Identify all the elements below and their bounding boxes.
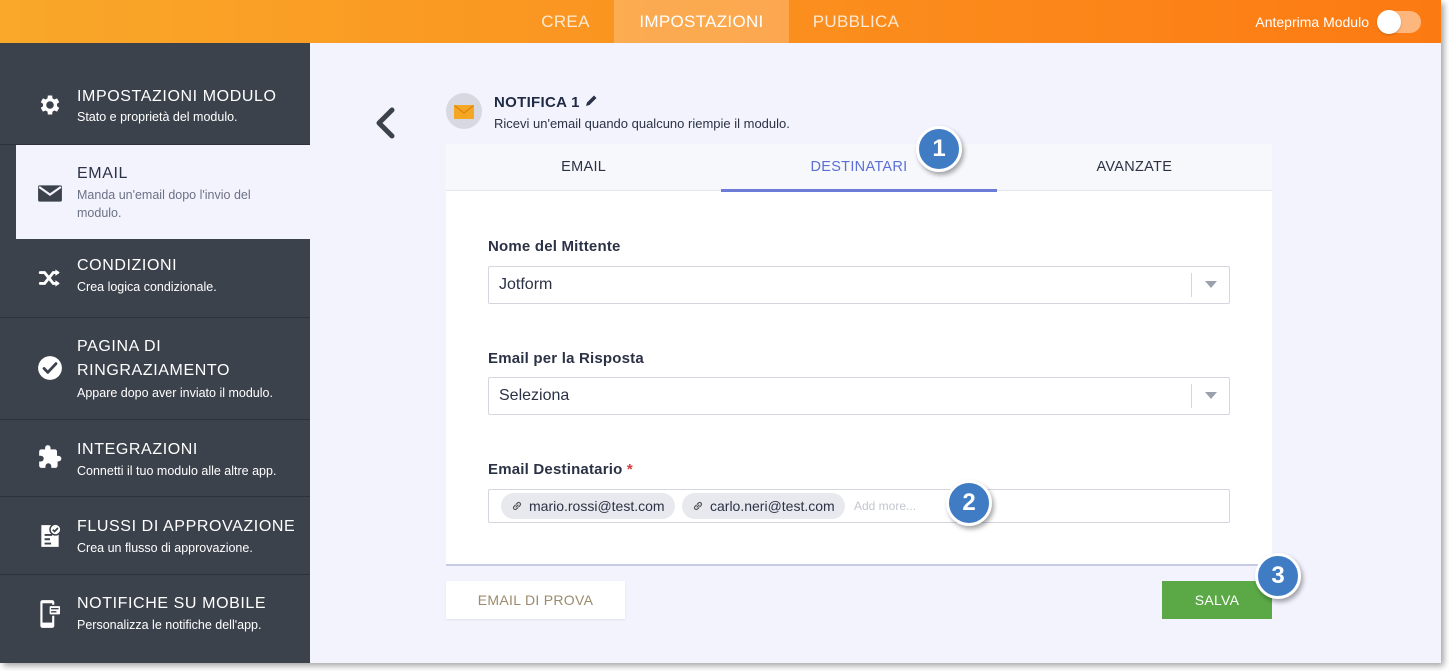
- back-chevron-icon[interactable]: [372, 106, 398, 140]
- puzzle-icon: [39, 445, 62, 468]
- mobile-icon: [40, 600, 62, 628]
- tab-impostazioni[interactable]: IMPOSTAZIONI: [614, 0, 789, 43]
- notification-title: NOTIFICA 1: [494, 94, 580, 111]
- sidebar-item-desc: Connetti il tuo modulo alle altre app.: [77, 464, 277, 478]
- sidebar-item-title: FLUSSI DI APPROVAZIONE: [77, 518, 296, 535]
- sidebar-item-title: NOTIFICHE SU MOBILE: [77, 595, 267, 612]
- sidebar-item-flussi-approvazione[interactable]: FLUSSI DI APPROVAZIONE Crea un flusso di…: [0, 497, 310, 575]
- approval-icon: [41, 523, 62, 547]
- save-button[interactable]: SALVA: [1162, 581, 1272, 619]
- pencil-icon[interactable]: [584, 94, 598, 108]
- chevron-down-icon: [1205, 281, 1217, 288]
- add-more-placeholder[interactable]: Add more...: [854, 490, 916, 522]
- app-window: CREA IMPOSTAZIONI PUBBLICA Anteprima Mod…: [0, 0, 1441, 663]
- gear-icon: [40, 95, 60, 115]
- sidebar-item-title: PAGINA DI RINGRAZIAMENTO: [77, 338, 231, 379]
- panel-divider: [446, 564, 1272, 566]
- tab-crea[interactable]: CREA: [517, 0, 614, 43]
- recipient-tag[interactable]: carlo.neri@test.com: [682, 493, 845, 519]
- preview-toggle[interactable]: [1377, 9, 1421, 34]
- sidebar-item-desc: Crea un flusso di approvazione.: [77, 541, 253, 555]
- callout-badge-2: 2: [946, 480, 992, 526]
- sender-name-label: Nome del Mittente: [488, 238, 621, 255]
- toggle-knob: [1377, 9, 1401, 34]
- callout-badge-3: 3: [1255, 553, 1301, 599]
- notification-panel: EMAIL DESTINATARI AVANZATE Nome del Mitt…: [446, 144, 1272, 566]
- sidebar-item-condizioni[interactable]: CONDIZIONI Crea logica condizionale.: [0, 239, 310, 318]
- link-icon: [512, 501, 522, 511]
- sidebar-item-integrazioni[interactable]: INTEGRAZIONI Connetti il tuo modulo alle…: [0, 420, 310, 497]
- tab-email[interactable]: EMAIL: [446, 144, 721, 191]
- sidebar-item-desc: Appare dopo aver inviato il modulo.: [77, 386, 273, 400]
- required-mark: *: [626, 461, 633, 478]
- recipient-email-label-text: Email Destinatario: [488, 461, 623, 478]
- callout-badge-1: 1: [916, 126, 962, 172]
- recipient-tag[interactable]: mario.rossi@test.com: [501, 493, 675, 519]
- shuffle-icon: [38, 269, 60, 287]
- sidebar-item-notifiche-mobile[interactable]: NOTIFICHE SU MOBILE Personalizza le noti…: [0, 575, 310, 663]
- notification-avatar: [446, 93, 482, 129]
- top-nav: CREA IMPOSTAZIONI PUBBLICA: [517, 0, 923, 43]
- panel-tabs: EMAIL DESTINATARI AVANZATE: [446, 144, 1272, 192]
- reply-email-select[interactable]: Seleziona: [488, 377, 1230, 415]
- tab-avanzate[interactable]: AVANZATE: [997, 144, 1272, 191]
- sender-name-select[interactable]: Jotform: [488, 266, 1230, 304]
- sidebar-item-title: IMPOSTAZIONI MODULO: [77, 88, 277, 105]
- test-email-button[interactable]: EMAIL DI PROVA: [446, 581, 625, 619]
- dropdown-toggle[interactable]: [1191, 273, 1229, 297]
- preview-label: Anteprima Modulo: [1255, 13, 1369, 30]
- recipient-tag-label: carlo.neri@test.com: [710, 498, 835, 514]
- check-circle-icon: [38, 356, 62, 380]
- notification-subtitle: Ricevi un'email quando qualcuno riempie …: [494, 116, 790, 131]
- recipient-email-label: Email Destinatario *: [488, 461, 633, 478]
- sidebar-item-desc: Manda un'email dopo l'invio del modulo.: [77, 188, 251, 220]
- sidebar-item-impostazioni-modulo[interactable]: IMPOSTAZIONI MODULO Stato e proprietà de…: [0, 43, 310, 145]
- sidebar-item-title: CONDIZIONI: [77, 257, 178, 274]
- sidebar-item-desc: Crea logica condizionale.: [77, 280, 217, 294]
- envelope-icon: [454, 104, 474, 119]
- reply-email-value: Seleziona: [499, 387, 570, 404]
- recipient-tag-label: mario.rossi@test.com: [529, 498, 665, 514]
- tab-pubblica[interactable]: PUBBLICA: [789, 0, 923, 43]
- link-icon: [693, 501, 703, 511]
- recipient-email-input[interactable]: mario.rossi@test.com carlo.neri@test.com…: [488, 489, 1230, 523]
- envelope-icon: [38, 185, 62, 202]
- top-bar: CREA IMPOSTAZIONI PUBBLICA Anteprima Mod…: [0, 0, 1441, 43]
- sidebar-item-title: INTEGRAZIONI: [77, 441, 198, 458]
- sidebar-item-title: EMAIL: [77, 165, 129, 182]
- sidebar-item-email[interactable]: EMAIL Manda un'email dopo l'invio del mo…: [16, 145, 310, 239]
- sidebar-item-desc: Personalizza le notifiche dell'app.: [77, 618, 262, 632]
- sidebar: IMPOSTAZIONI MODULO Stato e proprietà de…: [0, 43, 310, 663]
- sender-name-value: Jotform: [499, 276, 553, 293]
- chevron-down-icon: [1205, 392, 1217, 399]
- form-preview: Anteprima Modulo: [1255, 0, 1421, 43]
- sidebar-item-desc: Stato e proprietà del modulo.: [77, 110, 238, 124]
- sidebar-item-pagina-ringraziamento[interactable]: PAGINA DI RINGRAZIAMENTO Appare dopo ave…: [0, 318, 310, 420]
- reply-email-label: Email per la Risposta: [488, 350, 644, 367]
- dropdown-toggle[interactable]: [1191, 384, 1229, 408]
